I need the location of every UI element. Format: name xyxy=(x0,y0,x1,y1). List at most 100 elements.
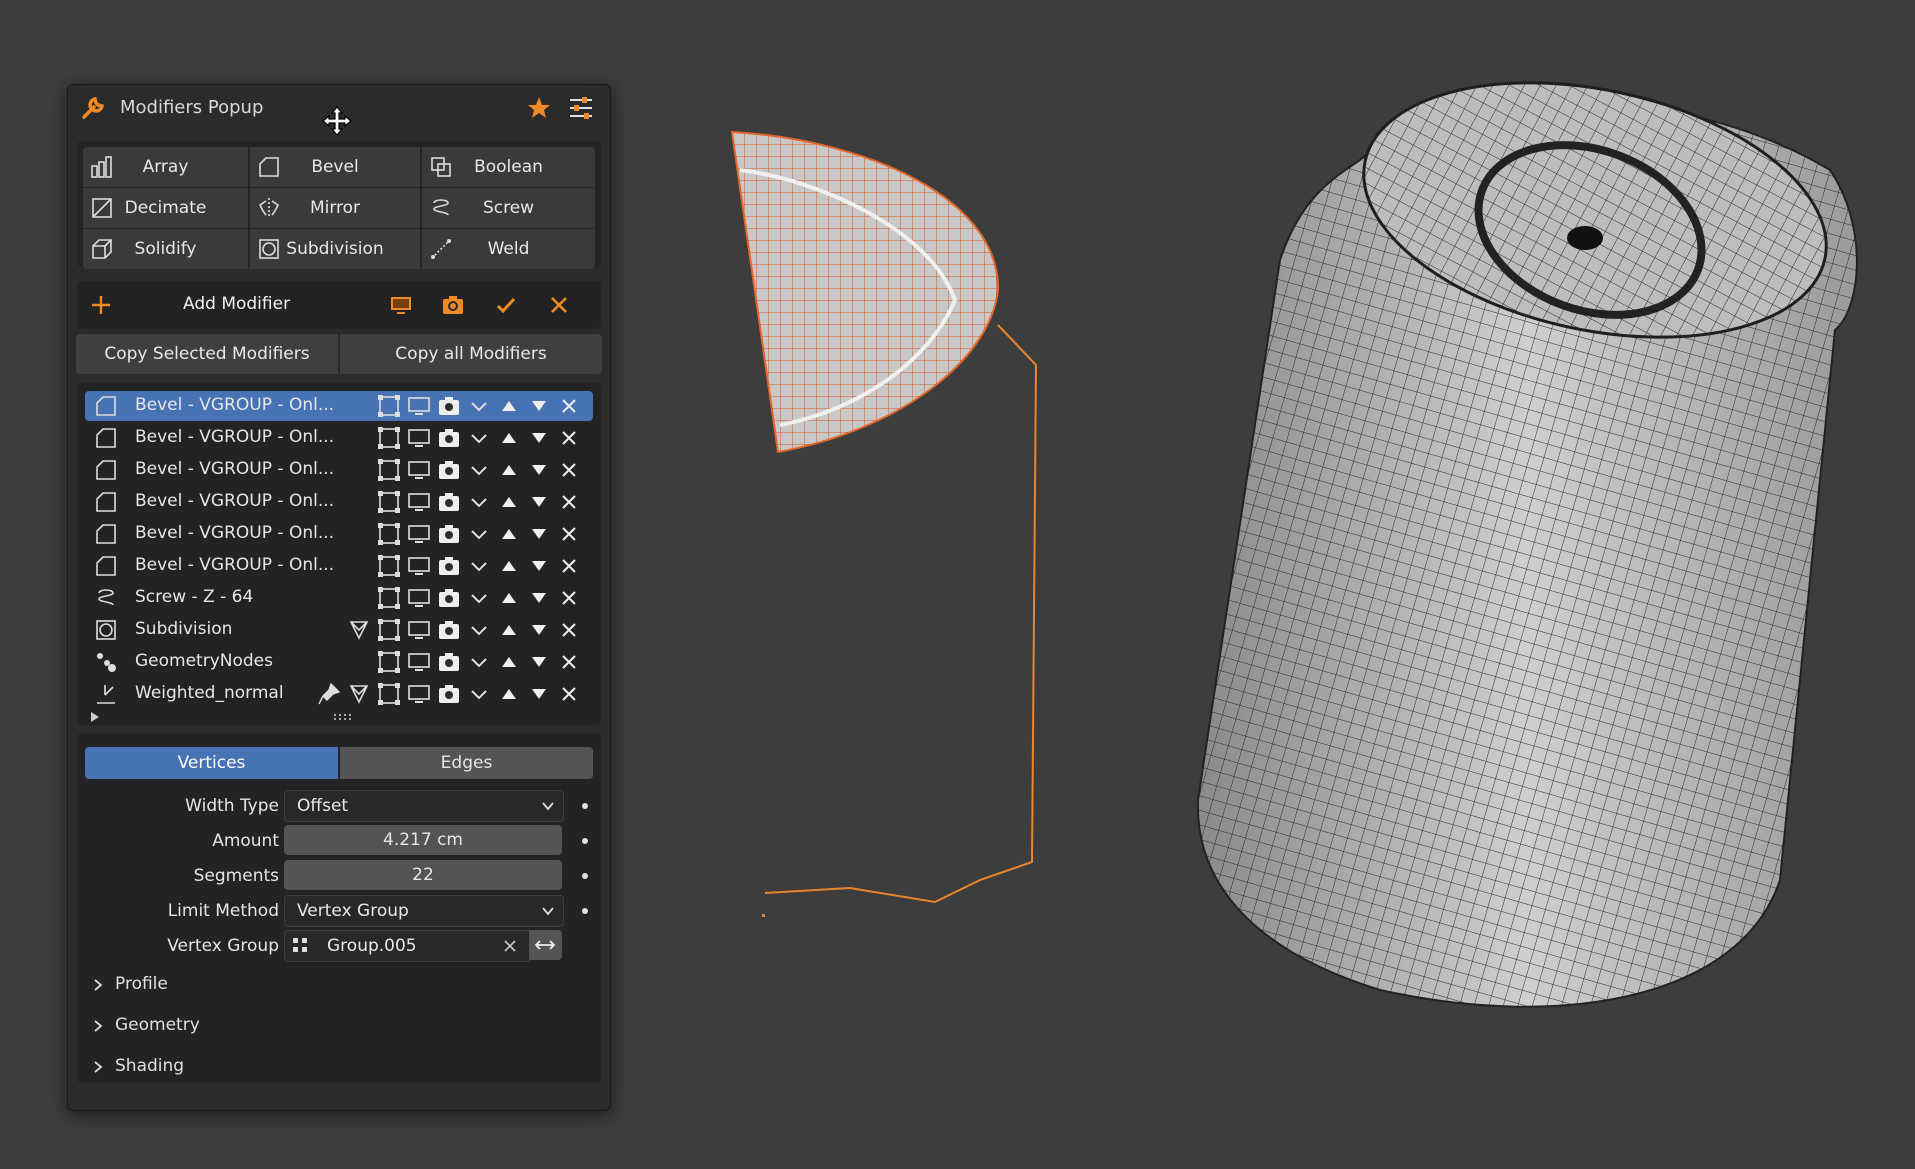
on-cage-icon[interactable] xyxy=(347,682,371,706)
weld-button[interactable]: Weld xyxy=(422,229,595,269)
geometry-section[interactable]: Geometry xyxy=(91,1014,391,1040)
move-down-icon[interactable] xyxy=(527,650,551,674)
chevron-down-icon[interactable] xyxy=(467,682,491,706)
move-down-icon[interactable] xyxy=(527,682,551,706)
bevel-button[interactable]: Bevel xyxy=(250,147,420,187)
vertex-group-field[interactable]: Group.005 xyxy=(284,930,530,962)
viewport-display-icon[interactable] xyxy=(407,586,431,610)
modifier-name[interactable]: Bevel - VGROUP - Onl... xyxy=(135,427,334,447)
delete-x-icon[interactable] xyxy=(557,522,581,546)
render-camera-icon[interactable] xyxy=(437,458,461,482)
move-up-icon[interactable] xyxy=(497,490,521,514)
keyframe-dot[interactable] xyxy=(582,838,588,844)
move-up-icon[interactable] xyxy=(497,650,521,674)
solidify-button[interactable]: Solidify xyxy=(83,229,248,269)
move-down-icon[interactable] xyxy=(527,490,551,514)
move-down-icon[interactable] xyxy=(527,394,551,418)
settings-sliders-icon[interactable] xyxy=(568,95,594,121)
delete-x-icon[interactable] xyxy=(557,650,581,674)
modifier-stack-row[interactable]: Weighted_normal xyxy=(85,679,593,709)
render-camera-icon[interactable] xyxy=(437,554,461,578)
invert-toggle-button[interactable] xyxy=(529,930,562,960)
remove-x-icon[interactable] xyxy=(547,293,571,317)
edit-mode-icon[interactable] xyxy=(377,586,401,610)
edit-mode-icon[interactable] xyxy=(377,554,401,578)
render-camera-icon[interactable] xyxy=(437,490,461,514)
mirror-button[interactable]: Mirror xyxy=(250,188,420,228)
amount-field[interactable]: 4.217 cm xyxy=(284,825,562,855)
render-camera-icon[interactable] xyxy=(437,650,461,674)
display-monitor-icon[interactable] xyxy=(389,293,413,317)
edit-mode-icon[interactable] xyxy=(377,490,401,514)
width-type-dropdown[interactable]: Offset xyxy=(284,790,564,822)
move-down-icon[interactable] xyxy=(527,618,551,642)
viewport-display-icon[interactable] xyxy=(407,618,431,642)
move-up-icon[interactable] xyxy=(497,586,521,610)
move-down-icon[interactable] xyxy=(527,522,551,546)
tab-vertices[interactable]: Vertices xyxy=(85,747,338,779)
viewport-display-icon[interactable] xyxy=(407,490,431,514)
decimate-button[interactable]: Decimate xyxy=(83,188,248,228)
edit-mode-icon[interactable] xyxy=(377,458,401,482)
move-down-icon[interactable] xyxy=(527,586,551,610)
modifier-name[interactable]: Subdivision xyxy=(135,619,232,639)
pin-icon[interactable] xyxy=(317,682,341,706)
edit-mode-icon[interactable] xyxy=(377,394,401,418)
chevron-down-icon[interactable] xyxy=(467,458,491,482)
limit-method-dropdown[interactable]: Vertex Group xyxy=(284,895,564,927)
viewport-display-icon[interactable] xyxy=(407,426,431,450)
viewport-display-icon[interactable] xyxy=(407,554,431,578)
render-camera-icon[interactable] xyxy=(441,293,465,317)
modifier-stack-row[interactable]: Bevel - VGROUP - Onl... xyxy=(85,455,593,485)
viewport-display-icon[interactable] xyxy=(407,682,431,706)
edit-mode-icon[interactable] xyxy=(377,426,401,450)
expand-triangle-icon[interactable] xyxy=(89,711,101,723)
edit-mode-icon[interactable] xyxy=(377,618,401,642)
chevron-down-icon[interactable] xyxy=(467,490,491,514)
edit-mode-icon[interactable] xyxy=(377,522,401,546)
move-up-icon[interactable] xyxy=(497,458,521,482)
move-up-icon[interactable] xyxy=(497,426,521,450)
modifier-stack-row[interactable]: Bevel - VGROUP - Onl... xyxy=(85,423,593,453)
modifier-stack-row[interactable]: Bevel - VGROUP - Onl... xyxy=(85,391,593,421)
shading-section[interactable]: Shading xyxy=(91,1055,391,1081)
add-modifier-button[interactable]: Add Modifier xyxy=(183,294,290,314)
plus-icon[interactable] xyxy=(89,293,113,317)
render-camera-icon[interactable] xyxy=(437,618,461,642)
apply-check-icon[interactable] xyxy=(494,293,518,317)
chevron-down-icon[interactable] xyxy=(467,522,491,546)
delete-x-icon[interactable] xyxy=(557,554,581,578)
delete-x-icon[interactable] xyxy=(557,458,581,482)
delete-x-icon[interactable] xyxy=(557,490,581,514)
delete-x-icon[interactable] xyxy=(557,618,581,642)
segments-field[interactable]: 22 xyxy=(284,860,562,890)
edit-mode-icon[interactable] xyxy=(377,650,401,674)
chevron-down-icon[interactable] xyxy=(467,426,491,450)
move-down-icon[interactable] xyxy=(527,458,551,482)
popup-header[interactable]: Modifiers Popup xyxy=(68,85,610,136)
move-up-icon[interactable] xyxy=(497,394,521,418)
modifier-stack-row[interactable]: Bevel - VGROUP - Onl... xyxy=(85,519,593,549)
chevron-down-icon[interactable] xyxy=(467,586,491,610)
render-camera-icon[interactable] xyxy=(437,426,461,450)
keyframe-dot[interactable] xyxy=(582,908,588,914)
chevron-down-icon[interactable] xyxy=(467,394,491,418)
modifier-stack-row[interactable]: Subdivision xyxy=(85,615,593,645)
render-camera-icon[interactable] xyxy=(437,394,461,418)
modifier-stack-row[interactable]: Bevel - VGROUP - Onl... xyxy=(85,487,593,517)
modifier-name[interactable]: Bevel - VGROUP - Onl... xyxy=(135,523,334,543)
star-icon[interactable] xyxy=(526,95,552,121)
copy-selected-modifiers-button[interactable]: Copy Selected Modifiers xyxy=(76,334,338,374)
modifier-stack-row[interactable]: Bevel - VGROUP - Onl... xyxy=(85,551,593,581)
clear-x-icon[interactable] xyxy=(503,939,517,953)
array-button[interactable]: Array xyxy=(83,147,248,187)
move-up-icon[interactable] xyxy=(497,522,521,546)
modifier-name[interactable]: Bevel - VGROUP - Onl... xyxy=(135,555,334,575)
render-camera-icon[interactable] xyxy=(437,682,461,706)
modifier-name[interactable]: Bevel - VGROUP - Onl... xyxy=(135,459,334,479)
viewport-display-icon[interactable] xyxy=(407,522,431,546)
screw-button[interactable]: Screw xyxy=(422,188,595,228)
boolean-button[interactable]: Boolean xyxy=(422,147,595,187)
modifier-stack-row[interactable]: Screw - Z - 64 xyxy=(85,583,593,613)
render-camera-icon[interactable] xyxy=(437,522,461,546)
